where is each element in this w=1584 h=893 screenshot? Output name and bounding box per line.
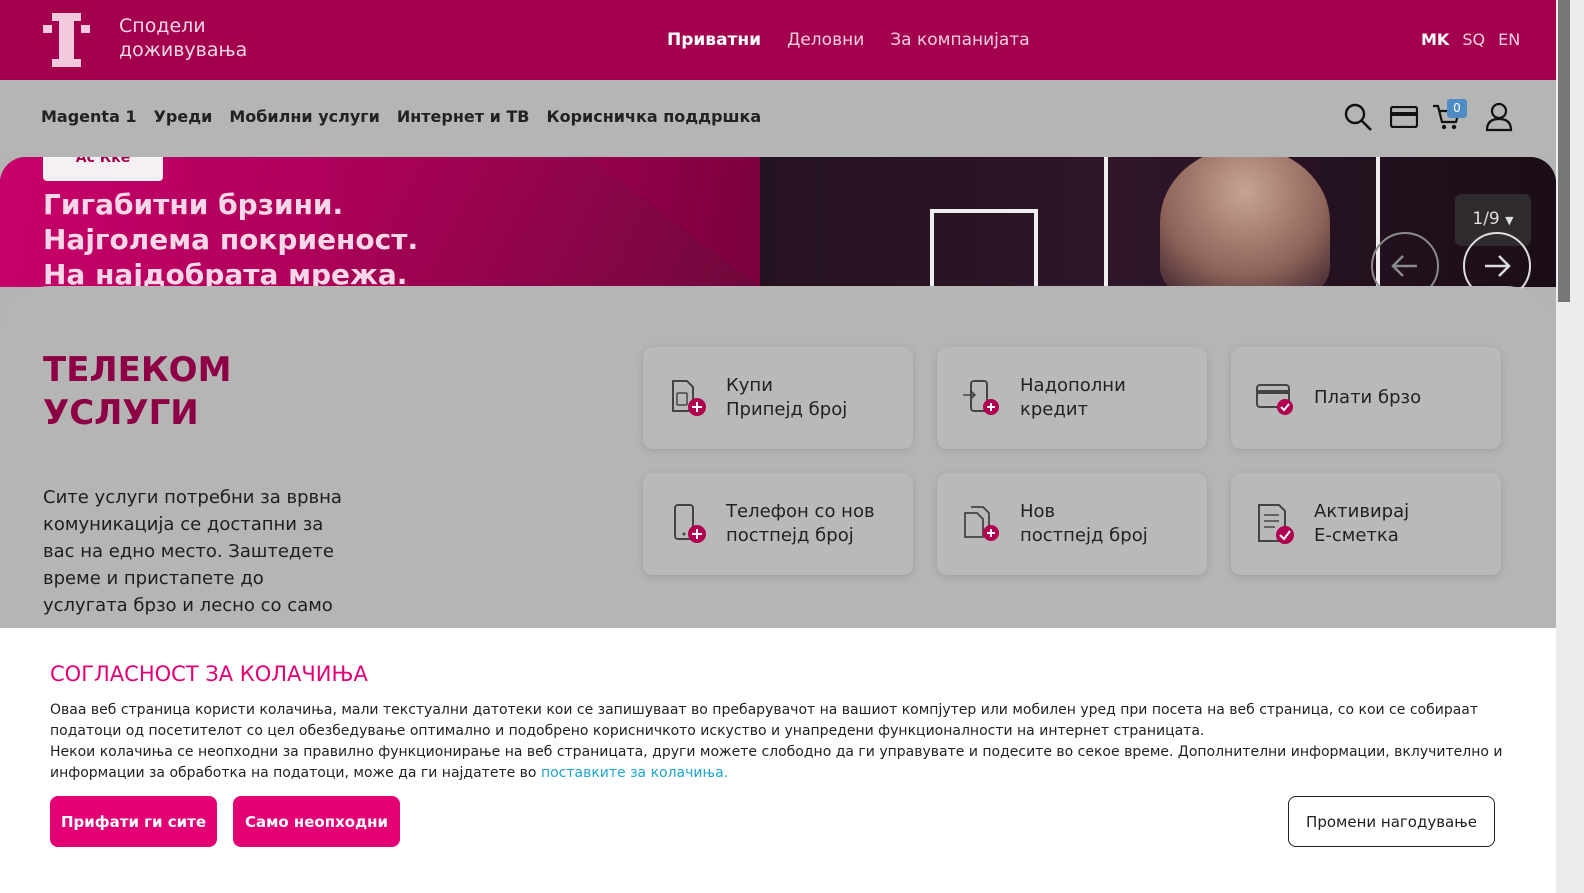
- segment-company[interactable]: За компанијата: [890, 30, 1029, 50]
- chevron-down-icon: ▼: [1505, 214, 1514, 227]
- nav-item-devices[interactable]: Уреди: [154, 107, 213, 126]
- cookie-text-paragraph1: Оваа веб страница користи колачиња, мали…: [50, 702, 1479, 739]
- user-icon[interactable]: [1485, 102, 1513, 132]
- hero-tag: Ас Кке: [43, 157, 163, 181]
- tagline-line2: доживувања: [119, 39, 248, 61]
- main-nav-items: Magenta 1 Уреди Мобилни услуги Интернет …: [41, 107, 761, 126]
- service-card-label: Купи Припејд број: [726, 375, 848, 420]
- nav-item-magenta1[interactable]: Magenta 1: [41, 107, 137, 126]
- hero-pager-label: 1/9: [1472, 209, 1500, 229]
- service-card-label: Плати брзо: [1314, 387, 1422, 408]
- service-card-phone-postpaid[interactable]: Телефон со нов постпејд број: [643, 473, 913, 575]
- lang-en[interactable]: EN: [1498, 30, 1520, 49]
- document-check-icon: [1258, 504, 1294, 544]
- nav-item-mobile[interactable]: Мобилни услуги: [229, 107, 379, 126]
- telekom-logo[interactable]: [43, 13, 90, 67]
- phone-topup-icon: [963, 380, 999, 415]
- service-card-new-postpaid[interactable]: Нов постпејд број: [937, 473, 1207, 575]
- segment-private[interactable]: Приватни: [667, 30, 761, 50]
- lang-sq[interactable]: SQ: [1462, 30, 1485, 49]
- hero-headline-line1: Гигабитни брзини.: [43, 188, 344, 221]
- hero-person-image: [1160, 157, 1330, 287]
- service-card-buy-prepaid[interactable]: Купи Припејд број: [643, 347, 913, 449]
- nav-item-support[interactable]: Корисничка поддршка: [547, 107, 762, 126]
- sim-stack-add-icon: [964, 506, 999, 541]
- service-card-ebill[interactable]: Активирај Е-сметка: [1231, 473, 1501, 575]
- service-card-label: Активирај Е-сметка: [1314, 501, 1410, 546]
- language-switcher: MK SQ EN: [1421, 30, 1520, 49]
- cookie-text: Оваа веб страница користи колачиња, мали…: [50, 700, 1510, 784]
- customize-button[interactable]: Промени нагодување: [1288, 796, 1495, 847]
- scrollbar-thumb[interactable]: [1558, 0, 1570, 302]
- card-check-icon: [1256, 384, 1293, 415]
- service-card-label: Телефон со нов постпејд број: [726, 501, 875, 546]
- cookie-settings-link[interactable]: поставките за колачиња.: [541, 765, 728, 781]
- service-card-label: Нов постпејд број: [1020, 501, 1148, 546]
- phone-add-icon: [674, 504, 706, 543]
- segment-business[interactable]: Деловни: [787, 30, 864, 50]
- hero-frame: [930, 209, 1038, 287]
- services-title-line1: ТЕЛЕКОМ: [43, 350, 232, 390]
- hero-headline: Гигабитни брзини. Најголема покриеност. …: [43, 187, 418, 292]
- service-card-label: Надополни кредит: [1020, 375, 1126, 420]
- nav-item-internet-tv[interactable]: Интернет и ТВ: [397, 107, 530, 126]
- tagline-line1: Сподели: [119, 15, 206, 37]
- sim-add-icon: [672, 380, 706, 416]
- cookie-title: СОГЛАСНОСТ ЗА КОЛАЧИЊА: [50, 662, 368, 686]
- service-card-topup[interactable]: Надополни кредит: [937, 347, 1207, 449]
- service-card-quick-pay[interactable]: Плати брзо: [1231, 347, 1501, 449]
- accept-all-button[interactable]: Прифати ги сите: [50, 796, 217, 847]
- search-icon[interactable]: [1343, 102, 1373, 132]
- top-bar: Сподели доживувања Приватни Деловни За к…: [0, 0, 1556, 80]
- segment-nav: Приватни Деловни За компанијата: [667, 30, 1030, 50]
- payment-card-icon[interactable]: [1390, 106, 1418, 128]
- services-title: ТЕЛЕКОМ УСЛУГИ: [43, 349, 231, 435]
- hero-headline-line2: Најголема покриеност.: [43, 223, 419, 256]
- cookie-text-paragraph2: Некои колачиња се неопходни за правилно …: [50, 744, 1503, 781]
- cart-badge: 0: [1447, 99, 1467, 118]
- services-title-line2: УСЛУГИ: [43, 393, 199, 433]
- lang-mk[interactable]: MK: [1421, 30, 1449, 49]
- tagline: Сподели доживувања: [119, 14, 247, 62]
- necessary-only-button[interactable]: Само неопходни: [233, 796, 400, 847]
- services-description: Сите услуги потребни за врвна комуникаци…: [43, 487, 342, 643]
